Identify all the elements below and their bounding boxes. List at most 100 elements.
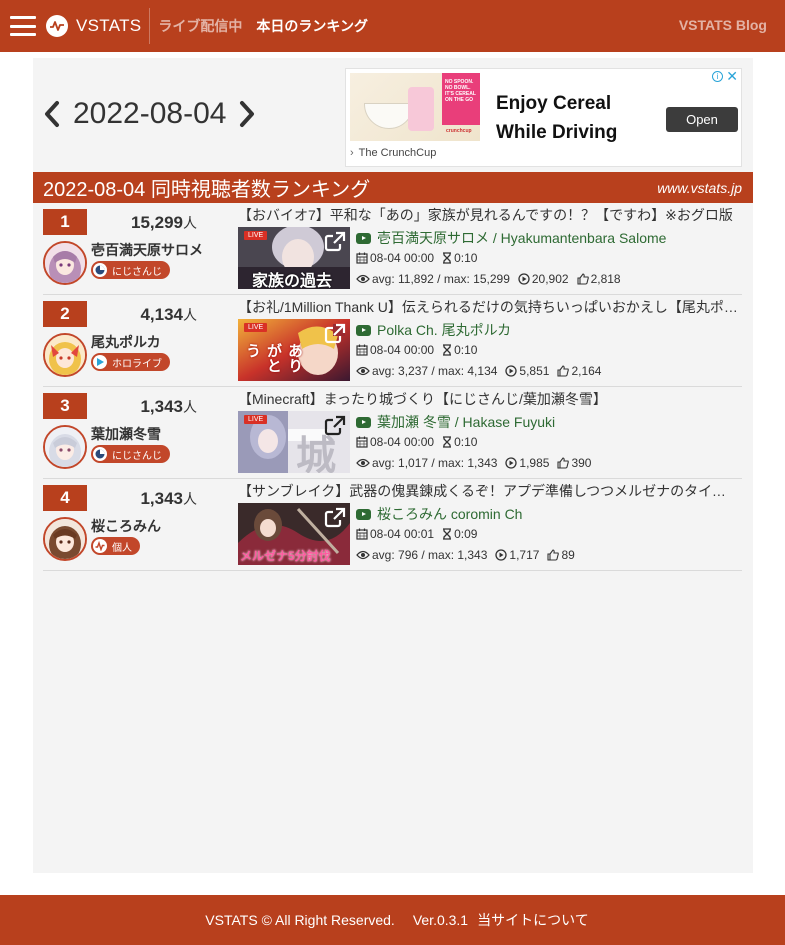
video-title[interactable]: 【お礼/1Million Thank U】伝えられるだけの気持ちいっぱいおかえし… (238, 297, 738, 317)
ranking-header: 2022-08-04 同時視聴者数ランキング www.vstats.jp (33, 172, 753, 203)
play-circle-icon (518, 273, 530, 285)
main-content: 2022-08-04 NO SPOON. NO BOWL. IT'S CEREA… (33, 58, 753, 873)
video-thumbnail[interactable]: メルゼナ5分討伐 (238, 503, 350, 565)
youtube-icon (356, 508, 371, 520)
ranking-row: 2 4,134人 尾丸ポルカ ホロライブ 【お礼/1Million Thank … (43, 295, 742, 387)
hourglass-icon (442, 252, 452, 264)
ad-headline[interactable]: Enjoy Cereal While Driving (496, 89, 617, 147)
ad-image[interactable]: NO SPOON. NO BOWL. IT'S CEREAL ON THE GO… (350, 73, 480, 141)
hourglass-icon (442, 436, 452, 448)
indie-icon (93, 539, 107, 553)
viewer-count: 4,134人 (140, 305, 197, 324)
thumbs-up-icon (547, 549, 560, 561)
date-navigator: 2022-08-04 (33, 58, 353, 170)
youtube-icon (356, 324, 371, 336)
agency-badge[interactable]: ホロライブ (91, 353, 170, 371)
external-link-icon[interactable] (324, 231, 346, 253)
channel-link[interactable]: 葉加瀬 冬雪 / Hakase Fuyuki (356, 412, 555, 432)
rank-number: 3 (43, 393, 87, 419)
calendar-icon (356, 436, 368, 448)
stream-stats: avg: 11,892 / max: 15,299 20,902 2,818 (356, 272, 621, 286)
menu-icon[interactable] (10, 14, 36, 38)
avatar[interactable] (43, 333, 87, 377)
live-badge: LIVE (244, 415, 268, 424)
stream-time: 08-04 00:00 0:10 (356, 251, 477, 265)
viewer-count: 1,343人 (140, 397, 197, 416)
footer: VSTATS © All Right Reserved. Ver.0.3.1 当… (0, 895, 785, 945)
ad-source[interactable]: › The CrunchCup (350, 147, 436, 159)
avatar[interactable] (43, 241, 87, 285)
avatar[interactable] (43, 517, 87, 561)
site-url: www.vstats.jp (657, 179, 742, 196)
play-circle-icon (495, 549, 508, 561)
video-thumbnail[interactable]: LIVE 家族の過去 (238, 227, 350, 289)
avatar[interactable] (43, 425, 87, 469)
video-thumbnail[interactable]: LIVE ありがとう (238, 319, 350, 381)
external-link-icon[interactable] (324, 323, 346, 345)
vtuber-name[interactable]: 尾丸ポルカ (91, 332, 161, 352)
ranking-row: 1 15,299人 壱百満天原サロメ にじさんじ 【おバイオ7】平和な「あの」家… (43, 203, 742, 295)
youtube-icon (356, 232, 371, 244)
play-circle-icon (505, 457, 518, 469)
chevron-left-icon[interactable] (37, 96, 67, 132)
channel-link[interactable]: 桜ころみん coromin Ch (356, 504, 522, 524)
copyright: VSTATS © All Right Reserved. (205, 912, 395, 928)
external-link-icon[interactable] (324, 415, 346, 437)
viewer-count: 15,299人 (131, 213, 197, 232)
ranking-row: 3 1,343人 葉加瀬冬雪 にじさんじ 【Minecraft】まったり城づくり… (43, 387, 742, 479)
vtuber-name[interactable]: 桜ころみん (91, 516, 161, 536)
ad-open-button[interactable]: Open (666, 107, 738, 132)
vtuber-name[interactable]: 葉加瀬冬雪 (91, 424, 161, 444)
viewer-count: 1,343人 (140, 489, 197, 508)
nav-ranking[interactable]: 本日のランキング (256, 16, 368, 36)
agency-icon (93, 447, 107, 461)
play-circle-icon (505, 365, 518, 377)
brand-name: VSTATS (76, 16, 142, 35)
chevron-right-icon[interactable] (232, 96, 262, 132)
about-link[interactable]: 当サイトについて (477, 910, 589, 930)
agency-icon (93, 263, 107, 277)
top-navbar: VSTATS ライブ配信中 本日のランキング VSTATS Blog (0, 0, 785, 52)
brand-link[interactable]: VSTATS (46, 8, 151, 44)
ranking-row: 4 1,343人 桜ころみん 個人 【サンブレイク】武器の傀異錬成くるぞ！アプデ… (43, 479, 742, 571)
video-title[interactable]: 【サンブレイク】武器の傀異錬成くるぞ！アプデ準備しつつメルゼナのタイムアタック【… (238, 481, 738, 501)
ad-info-icon[interactable]: i (712, 71, 723, 82)
chevron-right-icon: › (350, 147, 354, 159)
external-link-icon[interactable] (324, 507, 346, 529)
video-thumbnail[interactable]: LIVE 城 (238, 411, 350, 473)
ad-close-icon[interactable]: ✕ (726, 68, 738, 85)
current-date: 2022-08-04 (73, 97, 227, 130)
thumbs-up-icon (577, 273, 589, 285)
rank-number: 4 (43, 485, 87, 511)
live-badge: LIVE (244, 323, 268, 332)
stream-time: 08-04 00:01 0:09 (356, 527, 477, 541)
video-title[interactable]: 【Minecraft】まったり城づくり【にじさんじ/葉加瀬冬雪】 (238, 389, 738, 409)
agency-badge[interactable]: にじさんじ (91, 445, 170, 463)
version: Ver.0.3.1 (412, 912, 469, 928)
stream-stats: avg: 3,237 / max: 4,134 5,851 2,164 (356, 364, 601, 378)
eye-icon (356, 458, 370, 468)
stream-stats: avg: 1,017 / max: 1,343 1,985 390 (356, 456, 591, 470)
thumbs-up-icon (557, 457, 570, 469)
eye-icon (356, 550, 370, 560)
hourglass-icon (442, 344, 452, 356)
channel-link[interactable]: Polka Ch. 尾丸ポルカ (356, 320, 511, 340)
youtube-icon (356, 416, 371, 428)
agency-badge[interactable]: にじさんじ (91, 261, 170, 279)
channel-link[interactable]: 壱百満天原サロメ / Hyakumantenbara Salome (356, 228, 666, 248)
vstats-logo-icon (46, 15, 68, 37)
vtuber-name[interactable]: 壱百満天原サロメ (91, 240, 203, 260)
agency-badge[interactable]: 個人 (91, 537, 140, 555)
advertisement[interactable]: NO SPOON. NO BOWL. IT'S CEREAL ON THE GO… (345, 68, 742, 167)
rank-number: 1 (43, 209, 87, 235)
stream-time: 08-04 00:00 0:10 (356, 435, 477, 449)
thumbs-up-icon (557, 365, 570, 377)
stream-stats: avg: 796 / max: 1,343 1,717 89 (356, 548, 575, 562)
nav-blog[interactable]: VSTATS Blog (679, 17, 767, 33)
live-badge: LIVE (244, 231, 268, 240)
hourglass-icon (442, 528, 452, 540)
agency-icon (93, 355, 107, 369)
nav-live[interactable]: ライブ配信中 (158, 16, 242, 36)
video-title[interactable]: 【おバイオ7】平和な「あの」家族が見れるんですの！？【ですわ】※おグロ版 (238, 205, 738, 225)
eye-icon (356, 274, 370, 284)
